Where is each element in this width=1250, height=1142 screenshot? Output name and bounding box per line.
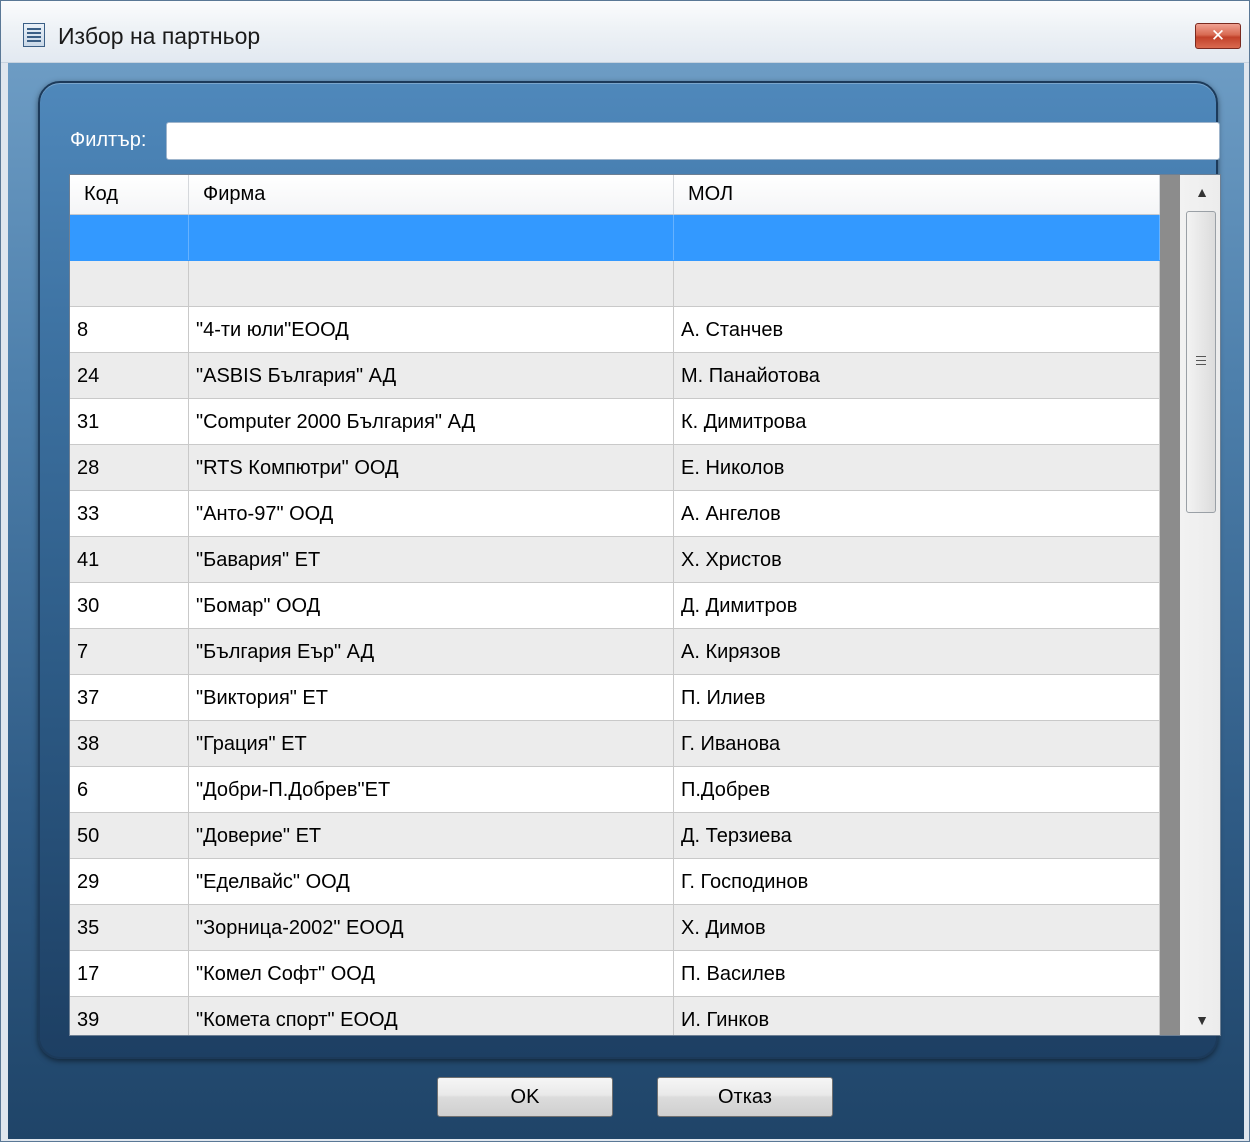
window-list-icon [23,23,45,47]
cancel-button[interactable]: Отказ [657,1077,833,1117]
cell-mol: И. Гинков [674,997,1160,1035]
cell-firm [189,261,674,306]
cell-firm: "Анто-97" ООД [189,491,674,536]
cell-code: 41 [70,537,189,582]
table-row[interactable]: 8 "4-ти юли"ЕООД А. Станчев [70,307,1160,353]
scrollbar-gutter [1160,175,1180,1035]
cell-mol: А. Ангелов [674,491,1160,536]
table-row[interactable]: 41 "Бавария" ЕТ Х. Христов [70,537,1160,583]
cell-firm [189,215,674,260]
cell-firm: "Бавария" ЕТ [189,537,674,582]
table-row[interactable]: 38 "Грация" ЕТ Г. Иванова [70,721,1160,767]
cell-firm: "ASBIS България" АД [189,353,674,398]
table-row[interactable]: 33 "Анто-97" ООД А. Ангелов [70,491,1160,537]
cell-code: 37 [70,675,189,720]
table-row[interactable] [70,215,1160,261]
cell-mol: Г. Господинов [674,859,1160,904]
cell-code: 35 [70,905,189,950]
scroll-down-icon[interactable]: ▼ [1184,1003,1220,1035]
cell-code [70,215,189,260]
table-row[interactable]: 31 "Computer 2000 България" АД К. Димитров… [70,399,1160,445]
cell-code: 50 [70,813,189,858]
table-row[interactable] [70,261,1160,307]
cell-mol: П. Илиев [674,675,1160,720]
cell-code: 28 [70,445,189,490]
cell-firm: "Виктория" ЕТ [189,675,674,720]
cell-mol: Д. Димитров [674,583,1160,628]
cell-code [70,261,189,306]
cell-mol: А. Станчев [674,307,1160,352]
cell-firm: "RTS Компютри" ООД [189,445,674,490]
table-row[interactable]: 6 "Добри-П.Добрев"ЕТ П.Добрев [70,767,1160,813]
cell-mol [674,215,1160,260]
cell-mol: Е. Николов [674,445,1160,490]
table-row[interactable]: 50 "Доверие" ЕТ Д. Терзиева [70,813,1160,859]
cell-firm: "България Еър" АД [189,629,674,674]
cell-firm: "Комел Софт" ООД [189,951,674,996]
cell-mol: М. Панайотова [674,353,1160,398]
partner-selection-dialog: Избор на партньор ✕ Филтър: Код Фирма МО… [0,0,1250,1142]
column-header-code[interactable]: Код [70,175,189,214]
cell-code: 38 [70,721,189,766]
title-bar[interactable]: Избор на партньор ✕ [1,1,1249,63]
cell-mol: П.Добрев [674,767,1160,812]
cell-firm: "Добри-П.Добрев"ЕТ [189,767,674,812]
table-row[interactable]: 17 "Комел Софт" ООД П. Василев [70,951,1160,997]
cell-code: 39 [70,997,189,1035]
cell-mol: Г. Иванова [674,721,1160,766]
cell-code: 6 [70,767,189,812]
table-row[interactable]: 30 "Бомар" ООД Д. Димитров [70,583,1160,629]
window-title: Избор на партньор [58,23,261,49]
cell-code: 31 [70,399,189,444]
cell-code: 33 [70,491,189,536]
cell-code: 29 [70,859,189,904]
ok-button[interactable]: OK [437,1077,613,1117]
cell-firm: "Computer 2000 България" АД [189,399,674,444]
table-row[interactable]: 37 "Виктория" ЕТ П. Илиев [70,675,1160,721]
table-row[interactable]: 28 "RTS Компютри" ООД Е. Николов [70,445,1160,491]
grip-icon [1196,356,1206,365]
cell-firm: "Бомар" ООД [189,583,674,628]
scrollbar-thumb[interactable] [1186,211,1216,513]
cell-mol: Х. Христов [674,537,1160,582]
cell-firm: "Комета спорт" ЕООД [189,997,674,1035]
column-header-mol[interactable]: МОЛ [674,175,1160,214]
cell-mol [674,261,1160,306]
cell-code: 30 [70,583,189,628]
cell-firm: "Зорница-2002" ЕООД [189,905,674,950]
filter-input[interactable] [166,122,1220,160]
cell-mol: К. Димитрова [674,399,1160,444]
grid-rows: 8 "4-ти юли"ЕООД А. Станчев 24 "ASBIS Българ… [70,215,1160,1035]
cell-mol: П. Василев [674,951,1160,996]
cell-firm: "Доверие" ЕТ [189,813,674,858]
close-button[interactable]: ✕ [1195,23,1241,49]
cell-code: 7 [70,629,189,674]
cell-code: 24 [70,353,189,398]
column-header-firm[interactable]: Фирма [189,175,674,214]
cell-code: 17 [70,951,189,996]
vertical-scrollbar[interactable]: ▲ ▼ [1160,175,1220,1035]
grid-header: Код Фирма МОЛ [70,175,1160,215]
cell-mol: А. Кирязов [674,629,1160,674]
partners-grid[interactable]: Код Фирма МОЛ 8 "4-ти юли"ЕООД А. Станчев 2… [69,174,1221,1036]
cell-firm: "Еделвайс" ООД [189,859,674,904]
table-row[interactable]: 39 "Комета спорт" ЕООД И. Гинков [70,997,1160,1035]
content-panel: Филтър: Код Фирма МОЛ 8 "4-ти юли"ЕООД А. … [38,81,1221,1059]
dialog-body: Филтър: Код Фирма МОЛ 8 "4-ти юли"ЕООД А. … [8,63,1244,1139]
cell-firm: "4-ти юли"ЕООД [189,307,674,352]
filter-label: Филтър: [70,129,147,151]
table-row[interactable]: 7 "България Еър" АД А. Кирязов [70,629,1160,675]
cell-mol: Д. Терзиева [674,813,1160,858]
table-row[interactable]: 24 "ASBIS България" АД М. Панайотова [70,353,1160,399]
cell-code: 8 [70,307,189,352]
cell-mol: Х. Димов [674,905,1160,950]
cell-firm: "Грация" ЕТ [189,721,674,766]
table-row[interactable]: 35 "Зорница-2002" ЕООД Х. Димов [70,905,1160,951]
scroll-up-icon[interactable]: ▲ [1184,175,1220,209]
table-row[interactable]: 29 "Еделвайс" ООД Г. Господинов [70,859,1160,905]
